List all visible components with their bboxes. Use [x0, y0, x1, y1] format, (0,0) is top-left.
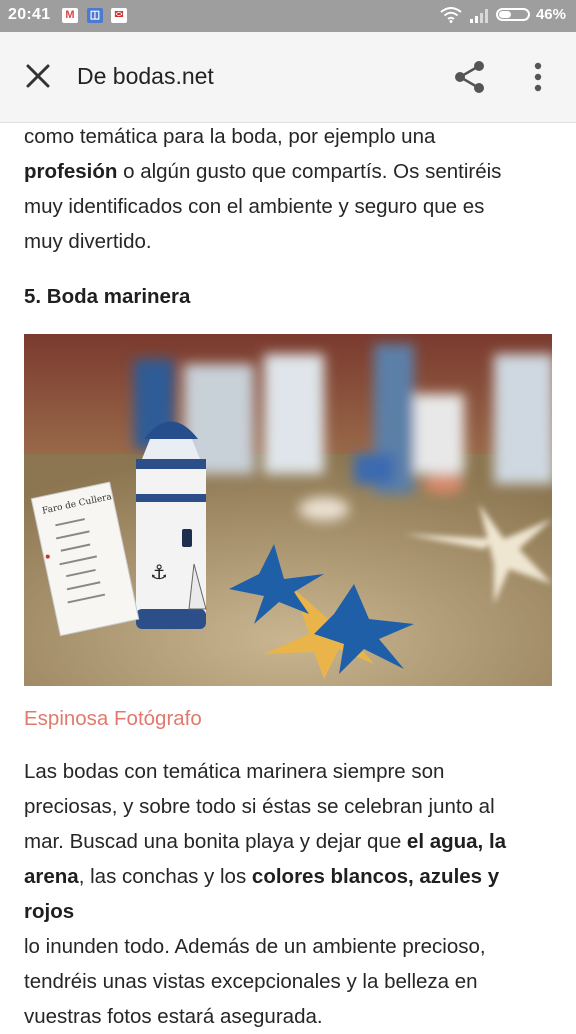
- body-paragraph: Las bodas con temática marinera siempre …: [24, 754, 554, 1034]
- body-line-3-text: mar. Buscad una bonita playa y dejar que: [24, 830, 407, 853]
- close-icon[interactable]: [22, 60, 54, 92]
- body-line-6: tendréis unas vistas excepcionales y la …: [24, 970, 478, 993]
- status-right-group: 46%: [440, 6, 566, 23]
- intro-paragraph: como temática para la boda, por ejemplo …: [24, 119, 554, 259]
- body-line-4-text: , las conchas y los: [78, 865, 252, 888]
- body-line-7: vuestras fotos estará asegurada.: [24, 1005, 323, 1028]
- svg-text:⚓: ⚓: [150, 560, 168, 584]
- body-bold-agua: el agua, la: [406, 830, 507, 853]
- intro-line-1: como temática para la boda, por ejemplo …: [24, 125, 436, 148]
- status-time: 20:41: [8, 6, 51, 23]
- battery-fill: [498, 11, 511, 18]
- intro-line-3: muy identificados con el ambiente y segu…: [24, 195, 485, 218]
- battery-icon: [495, 8, 530, 21]
- boda-marinera-photo: ⚓ Faro de Cullera: [24, 334, 552, 686]
- intro-bold-profesion: profesión: [24, 160, 118, 183]
- body-line-5: lo inunden todo. Además de un ambiente p…: [24, 935, 486, 958]
- message-notification-icon: ✉: [111, 8, 127, 23]
- section-heading: 5. Boda marinera: [24, 285, 191, 308]
- photo-credit-link[interactable]: Espinosa Fotógrafo: [24, 707, 202, 731]
- page-title: De bodas.net: [77, 63, 214, 89]
- status-bar: 20:41 M ◫ ✉ 46%: [0, 0, 576, 32]
- signal-icon: [469, 8, 488, 23]
- lighthouse-shape: ⚓: [136, 421, 207, 629]
- browser-toolbar: De bodas.net: [0, 32, 576, 123]
- body-line-3: mar. Buscad una bonita playa y dejar que…: [24, 824, 554, 859]
- app-notification-icon: ◫: [87, 8, 103, 23]
- battery-percent: 46%: [535, 6, 566, 23]
- body-bold-arena: arena: [24, 865, 79, 888]
- intro-line-4: muy divertido.: [24, 230, 152, 253]
- photo-illustration: ⚓ Faro de Cullera: [24, 334, 552, 686]
- body-line-2: preciosas, y sobre todo si éstas se cele…: [24, 795, 495, 818]
- wifi-icon: [440, 6, 462, 23]
- share-icon[interactable]: [452, 59, 488, 95]
- body-line-1: Las bodas con temática marinera siempre …: [24, 760, 445, 783]
- intro-line-2: profesión o algún gusto que compartís. O…: [24, 154, 554, 189]
- intro-line-2-rest: o algún gusto que compartís. Os sentiréi…: [117, 160, 502, 183]
- more-options-icon[interactable]: [526, 60, 550, 94]
- body-line-4: arena, las conchas y los colores blancos…: [24, 859, 554, 929]
- gmail-notification-icon: M: [62, 8, 78, 23]
